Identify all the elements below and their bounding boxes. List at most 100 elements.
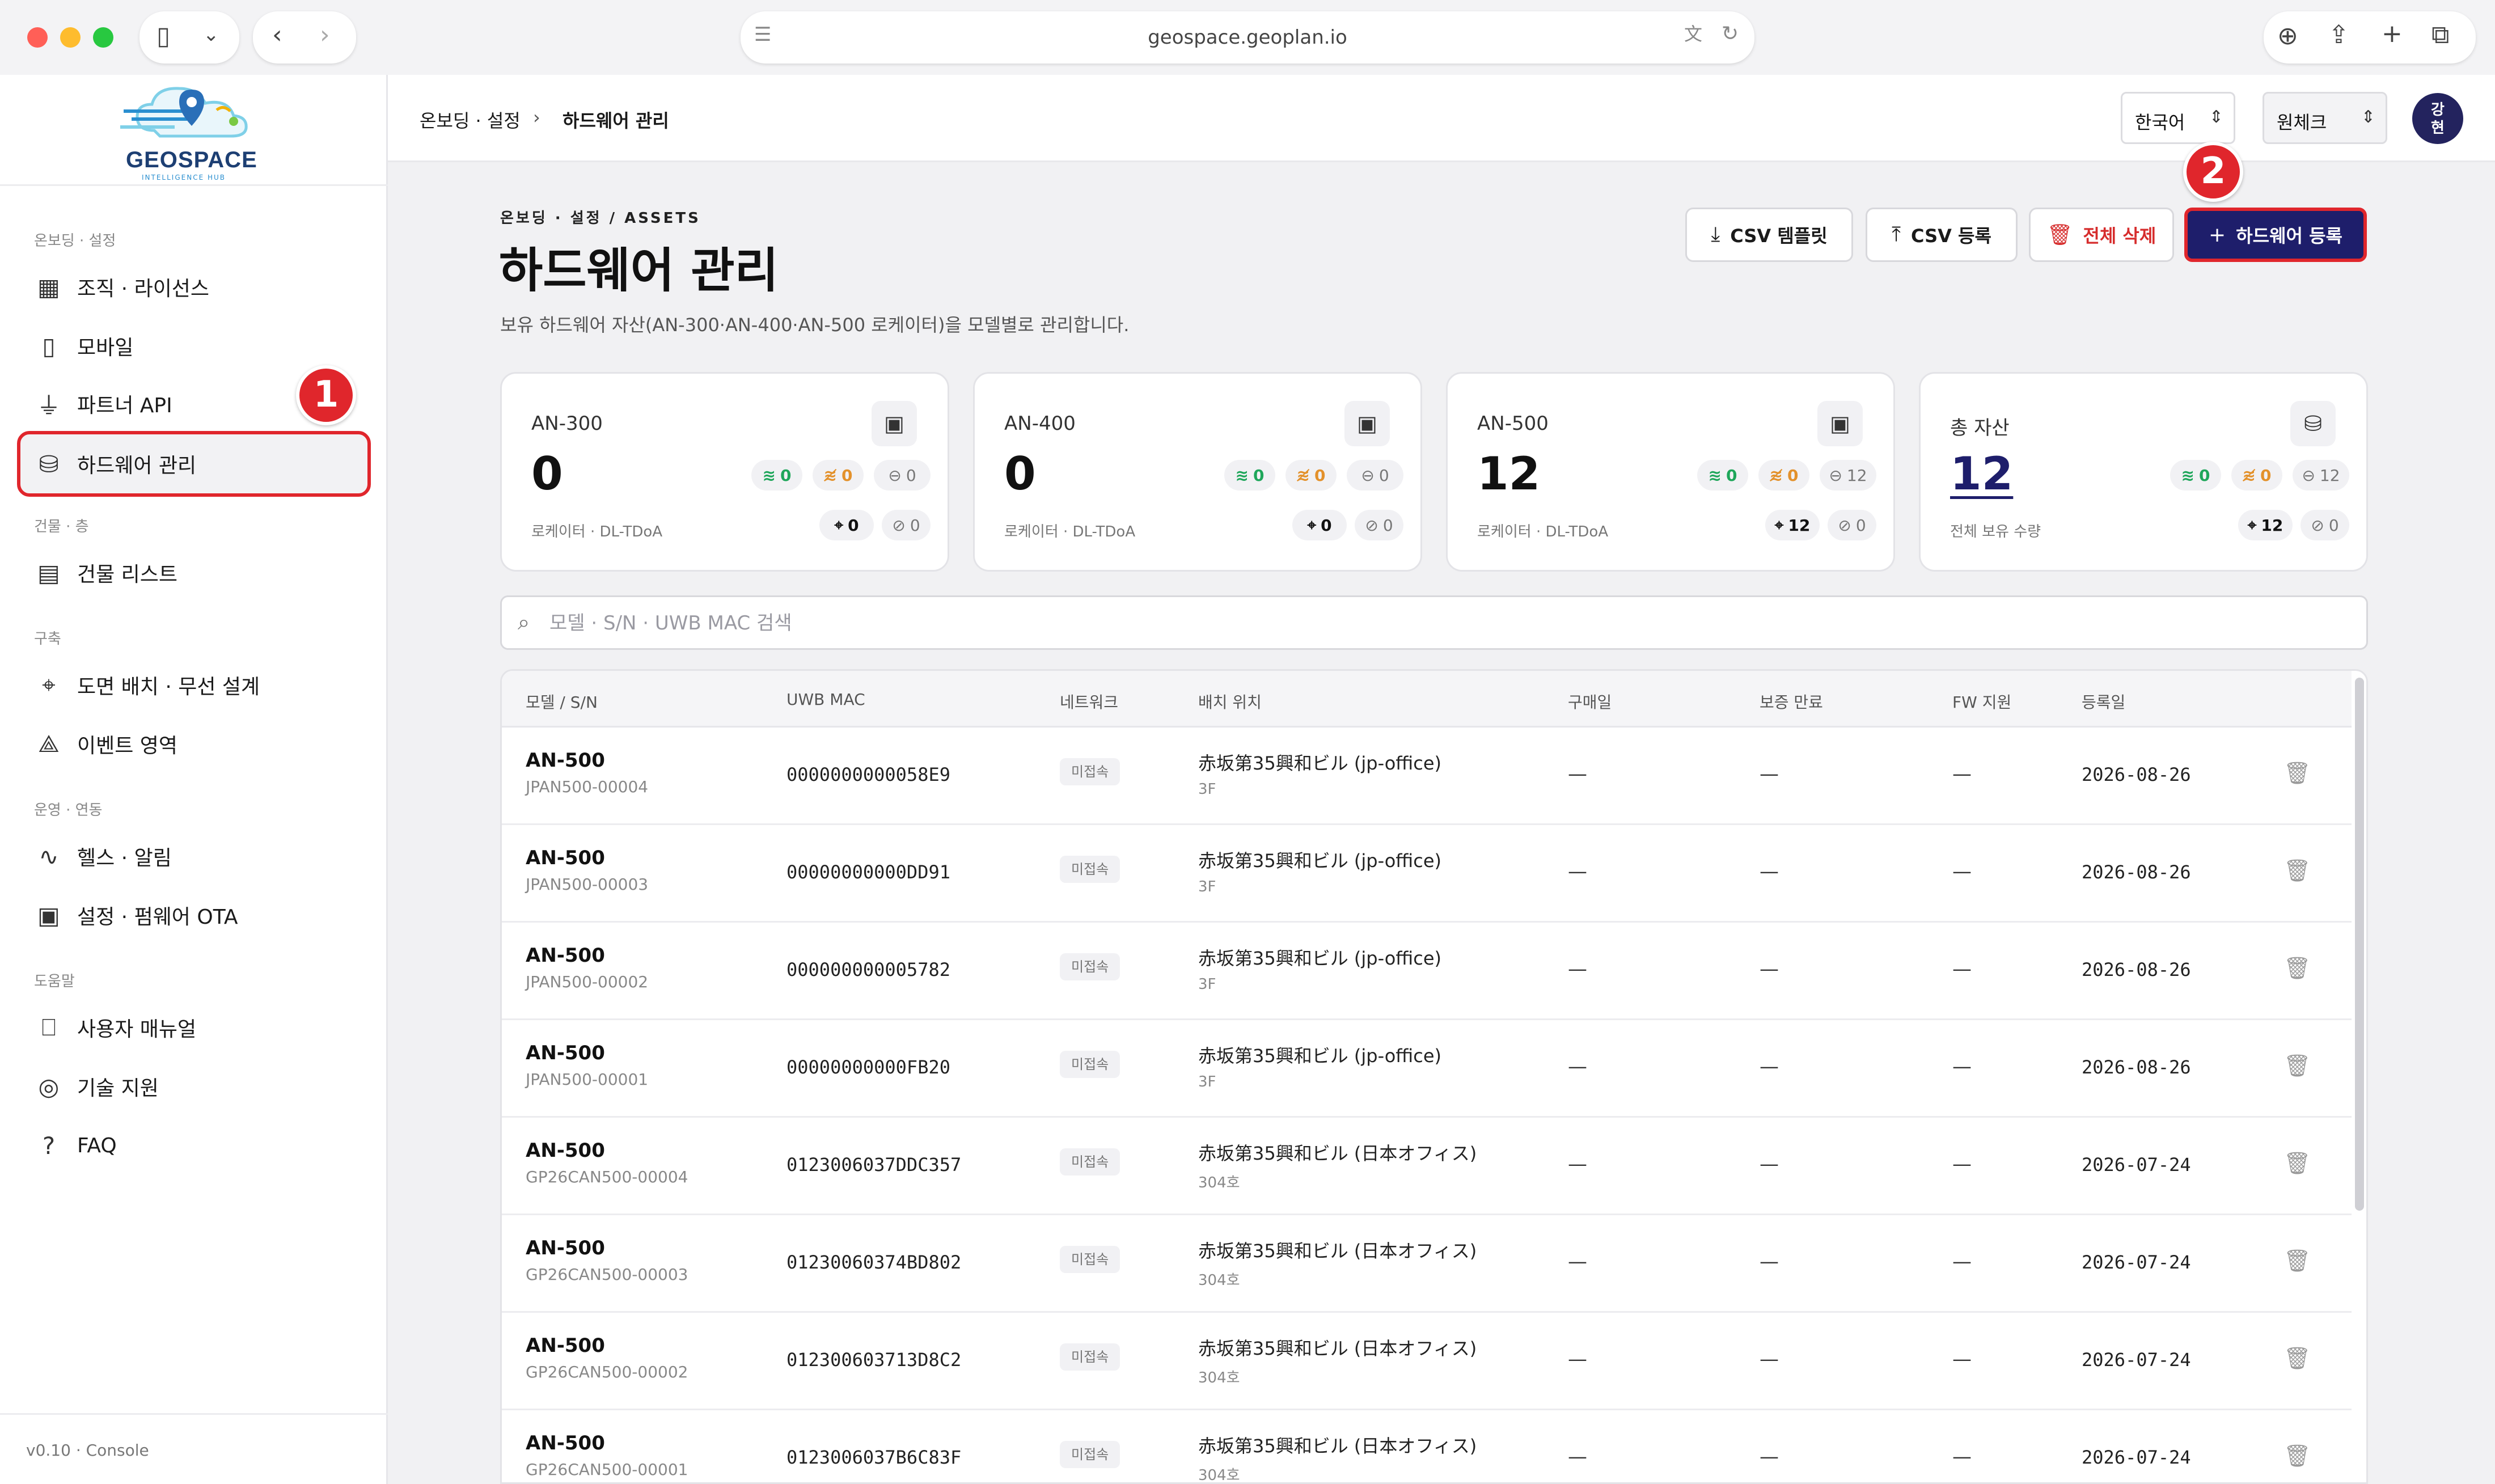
sidebar-item-label: 기술 지원	[77, 1077, 159, 1100]
upload-icon: ⤒	[1892, 223, 1901, 246]
sidebar-toggle-button[interactable]: ▯ ⌄	[139, 11, 239, 64]
column-header-network[interactable]: 네트워크	[1060, 690, 1118, 713]
placed-count-badge: ⌖ 0	[819, 510, 874, 540]
column-header-warranty[interactable]: 보증 만료	[1760, 690, 1823, 713]
sidebar-item-firmware[interactable]: ▣ 설정 · 펌웨어 OTA	[20, 886, 367, 945]
stat-card: AN-400 ▣ 0 로케이터 · DL-TDoA ≋ 0 ≋̸ 0 ⊖ 0 ⌖ 0 ⊘ 0	[973, 372, 1422, 572]
address-bar[interactable]: ☰ geospace.geoplan.io 文 ↻	[741, 11, 1754, 64]
map-pin-icon: ⌖	[42, 671, 56, 699]
delete-row-button[interactable]: 🗑	[2283, 1346, 2311, 1371]
sidebar-item-manual[interactable]: ⎕ 사용자 매뉴얼	[20, 998, 367, 1057]
column-header-model[interactable]: 모델 / S/N	[526, 690, 598, 713]
close-window-button[interactable]	[27, 27, 48, 48]
badge-value: 0	[2198, 466, 2210, 485]
location-name[interactable]: 赤坂第35興和ビル (日本オフィス)	[1198, 1237, 1477, 1263]
table-row[interactable]: AN-500 JPAN500-00004 0000000000058E9 미접속 赤坂第…	[502, 728, 2352, 825]
column-header-fw[interactable]: FW 지원	[1952, 690, 2011, 713]
logo[interactable]: GEOSPACE INTELLIGENCE HUB	[0, 75, 388, 186]
location-name[interactable]: 赤坂第35興和ビル (jp-office)	[1198, 749, 1441, 775]
logo-mark-icon	[120, 87, 248, 138]
download-icon: ⤓	[1711, 223, 1720, 246]
csv-import-button[interactable]: ⤒ CSV 등록	[1866, 208, 2018, 262]
location-name[interactable]: 赤坂第35興和ビル (jp-office)	[1198, 1042, 1441, 1068]
sidebar-item-label: 이벤트 영역	[77, 734, 178, 758]
model-cell: AN-500 JPAN500-00002	[526, 944, 648, 991]
table-row[interactable]: AN-500 GP26CAN500-00002 012300603713D8C2 미접…	[502, 1313, 2352, 1410]
model-cell: AN-500 JPAN500-00004	[526, 749, 648, 796]
hard-drive-icon: ⛁	[39, 450, 59, 478]
location-name[interactable]: 赤坂第35興和ビル (jp-office)	[1198, 847, 1441, 873]
back-icon[interactable]: ‹	[272, 23, 282, 48]
badge-value: 0	[1321, 515, 1332, 535]
sidebar-item-support[interactable]: ◎ 기술 지원	[20, 1057, 367, 1116]
organization-value: 원체크	[2277, 112, 2327, 133]
zoom-window-button[interactable]	[93, 27, 113, 48]
register-hardware-button[interactable]: + 하드웨어 등록	[2184, 208, 2367, 262]
placed-count-badge: ⌖ 0	[1292, 510, 1347, 540]
table-row[interactable]: AN-500 JPAN500-00003 00000000000DD91 미접속 赤坂第…	[502, 825, 2352, 923]
delete-row-button[interactable]: 🗑	[2283, 1151, 2311, 1176]
sidebar-item-building-list[interactable]: ▤ 건물 리스트	[20, 543, 367, 602]
model-cell: AN-500 JPAN500-00001	[526, 1042, 648, 1089]
table-row[interactable]: AN-500 JPAN500-00002 000000000005782 미접속 赤坂第…	[502, 923, 2352, 1020]
floor-label: 304호	[1198, 1272, 1240, 1289]
search-input[interactable]	[549, 606, 2307, 640]
sidebar-item-label: FAQ	[77, 1134, 117, 1157]
registered-date: 2026-08-26	[2082, 861, 2191, 883]
registered-date: 2026-07-24	[2082, 1154, 2191, 1176]
column-header-uwb-mac[interactable]: UWB MAC	[786, 690, 865, 709]
button-label: CSV 템플릿	[1730, 225, 1828, 247]
delete-all-button[interactable]: 🗑 전체 삭제	[2029, 208, 2174, 262]
delete-row-button[interactable]: 🗑	[2283, 955, 2311, 981]
tabs-overview-icon[interactable]: ⧉	[2431, 23, 2449, 48]
table-row[interactable]: AN-500 JPAN500-00001 00000000000FB20 미접속 赤坂第…	[502, 1020, 2352, 1118]
table-row[interactable]: AN-500 GP26CAN500-00001 0123006037B6C83F 미접…	[502, 1410, 2352, 1482]
column-header-purchase-date[interactable]: 구매일	[1568, 690, 1612, 713]
sidebar-item-health[interactable]: ∿ 헬스 · 알림	[20, 827, 367, 886]
location-name[interactable]: 赤坂第35興和ビル (日本オフィス)	[1198, 1334, 1477, 1360]
translate-icon[interactable]: 文	[1684, 25, 1702, 43]
new-tab-icon[interactable]: +	[2382, 22, 2403, 46]
model-name: AN-500	[526, 1432, 605, 1455]
pin-off-icon: ⊘	[2311, 515, 2324, 535]
forward-icon[interactable]: ›	[320, 23, 330, 48]
language-select[interactable]: 한국어 ⇕	[2121, 92, 2235, 144]
breadcrumb-parent[interactable]: 온보딩 · 설정	[420, 107, 521, 133]
sidebar-item-hardware[interactable]: ⛁ 하드웨어 관리	[17, 431, 371, 497]
csv-template-button[interactable]: ⤓ CSV 템플릿	[1685, 208, 1853, 262]
table-scrollbar[interactable]	[2355, 678, 2364, 1211]
wifi-icon: ≋	[1235, 466, 1249, 485]
location-name[interactable]: 赤坂第35興和ビル (日本オフィス)	[1198, 1432, 1477, 1458]
table-row[interactable]: AN-500 GP26CAN500-00004 0123006037DDC357 미접…	[502, 1118, 2352, 1215]
trash-icon: 🗑	[2283, 1053, 2311, 1078]
delete-row-button[interactable]: 🗑	[2283, 760, 2311, 786]
model-cell: AN-500 GP26CAN500-00001	[526, 1432, 688, 1479]
delete-row-button[interactable]: 🗑	[2283, 858, 2311, 883]
column-header-registered[interactable]: 등록일	[2082, 690, 2125, 713]
location-name[interactable]: 赤坂第35興和ビル (jp-office)	[1198, 944, 1441, 970]
sidebar-item-floor-plan[interactable]: ⌖ 도면 배치 · 무선 설계	[20, 656, 367, 714]
network-cell: 미접속	[1060, 758, 1120, 785]
table-row[interactable]: AN-500 GP26CAN500-00003 01230060374BD802 미접…	[502, 1215, 2352, 1313]
organization-select[interactable]: 원체크 ⇕	[2263, 92, 2387, 144]
delete-row-button[interactable]: 🗑	[2283, 1248, 2311, 1274]
sidebar-item-organization[interactable]: ▦ 조직 · 라이선스	[20, 257, 367, 316]
badge-value: 0	[1314, 466, 1326, 485]
minimize-window-button[interactable]	[60, 27, 81, 48]
uwb-mac: 0123006037B6C83F	[786, 1447, 962, 1468]
delete-row-button[interactable]: 🗑	[2283, 1443, 2311, 1469]
sidebar-item-event-zones[interactable]: ⟁ 이벤트 영역	[20, 714, 367, 773]
column-header-location[interactable]: 배치 위치	[1198, 690, 1262, 713]
sidebar-item-faq[interactable]: ? FAQ	[20, 1116, 367, 1175]
chevron-updown-icon: ⇕	[2209, 107, 2223, 127]
download-icon[interactable]: ⊕	[2277, 24, 2298, 49]
avatar[interactable]: 강 현	[2412, 93, 2463, 144]
model-cell: AN-500 GP26CAN500-00002	[526, 1334, 688, 1381]
location-name[interactable]: 赤坂第35興和ビル (日本オフィス)	[1198, 1139, 1477, 1165]
uwb-mac: 01230060374BD802	[786, 1252, 962, 1273]
search-bar: ⌕	[500, 595, 2368, 650]
delete-row-button[interactable]: 🗑	[2283, 1053, 2311, 1079]
share-icon[interactable]: ⇪	[2328, 23, 2349, 48]
history-nav: ‹ ›	[253, 11, 356, 64]
reload-icon[interactable]: ↻	[1722, 24, 1739, 44]
